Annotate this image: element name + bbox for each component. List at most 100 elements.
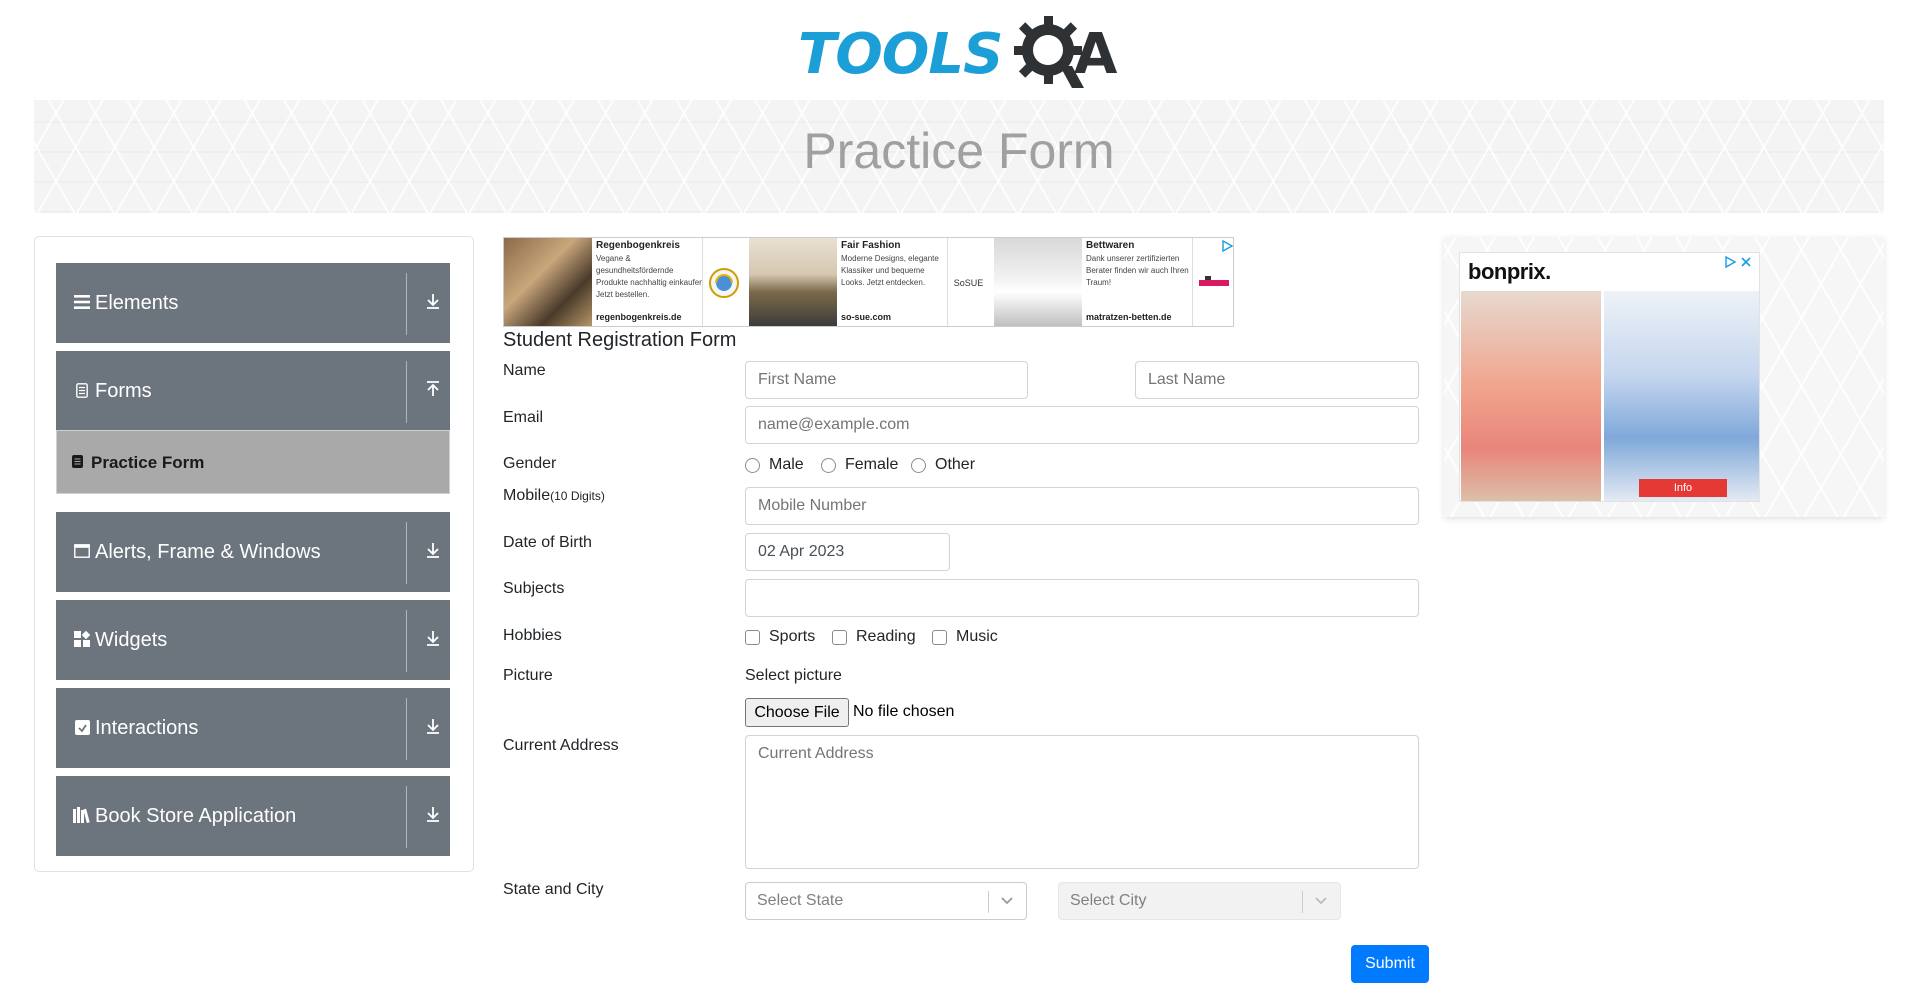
email-label: Email [503, 409, 544, 426]
regenbogenkreis-logo-icon [702, 238, 744, 326]
ad-bettwaren[interactable]: Bettwaren Dank unserer zertifizierten Be… [994, 238, 1233, 326]
radio-label: Other [935, 456, 976, 473]
ad-product-image [504, 238, 592, 326]
toolsqa-logo[interactable]: TOOLS A [798, 14, 1123, 90]
last-name-input[interactable] [1135, 361, 1419, 399]
current-address-label: Current Address [503, 737, 619, 754]
divider [406, 698, 407, 760]
checkbox-label: Sports [769, 628, 816, 645]
window-icon [73, 542, 91, 560]
ad-regenbogenkreis[interactable]: Regenbogenkreis Vegane & gesundheitsförd… [504, 238, 744, 326]
gender-male-radio[interactable]: Male [745, 455, 804, 475]
divider [406, 361, 407, 423]
ad-banner-strip[interactable]: Regenbogenkreis Vegane & gesundheitsförd… [503, 237, 1234, 327]
ad-bonprix[interactable]: bonprix. Info [1459, 252, 1760, 502]
gender-radio-group: Male Female Other [745, 455, 1145, 475]
sidebar-group-label: Widgets [95, 629, 168, 651]
select-separator [1302, 891, 1303, 913]
email-input[interactable] [745, 406, 1419, 444]
sidebar-group-label: Elements [95, 292, 179, 314]
hobby-music-checkbox[interactable]: Music [932, 627, 998, 647]
logo-text-a: A [1074, 22, 1118, 87]
gender-female-radio[interactable]: Female [821, 455, 898, 475]
download-arrow-icon[interactable] [424, 806, 442, 828]
choose-file-button[interactable]: Choose File [745, 698, 849, 727]
bonprix-logo: bonprix. [1468, 259, 1551, 284]
sidebar-group-forms[interactable]: Forms [56, 351, 450, 431]
ad-product-image [994, 238, 1082, 326]
mobile-number-input[interactable] [745, 487, 1419, 525]
checkbox-label: Music [956, 628, 998, 645]
divider [406, 273, 407, 335]
radio-circle[interactable] [745, 457, 760, 473]
ad-product-image [749, 238, 837, 326]
hobbies-label: Hobbies [503, 627, 562, 644]
sidebar-group-alerts-frame-windows[interactable]: Alerts, Frame & Windows [56, 512, 450, 592]
sidebar-group-label: Book Store Application [95, 805, 297, 827]
state-select[interactable]: Select State [745, 882, 1027, 920]
sidebar-group-widgets[interactable]: Widgets [56, 600, 450, 680]
ad-url: so-sue.com [841, 312, 892, 322]
gender-label: Gender [503, 455, 557, 472]
hobby-sports-checkbox[interactable]: Sports [745, 627, 815, 647]
download-arrow-icon[interactable] [424, 293, 442, 315]
mobile-label-text: Mobile [503, 487, 551, 504]
current-address-textarea[interactable] [745, 735, 1419, 869]
sidebar-group-book-store-application[interactable]: Book Store Application [56, 776, 450, 856]
mobile-label: Mobile(10 Digits) [503, 487, 605, 505]
page-title: Practice Form [803, 123, 1115, 179]
hobbies-checkbox-group: Sports Reading Music [745, 627, 1145, 647]
picture-label: Picture [503, 667, 553, 684]
first-name-input[interactable] [745, 361, 1028, 399]
ad-body: Vegane & gesundheitsfördernde Produkte n… [596, 254, 706, 299]
download-arrow-icon[interactable] [424, 718, 442, 740]
hobby-reading-checkbox[interactable]: Reading [832, 627, 916, 647]
state-city-label: State and City [503, 881, 604, 898]
city-select[interactable]: Select City [1058, 882, 1341, 920]
left-sidebar: Elements Forms Practice Form Alerts, Fra… [34, 236, 474, 872]
submit-button[interactable]: Submit [1351, 945, 1429, 983]
date-of-birth-input[interactable] [745, 533, 950, 571]
dob-label: Date of Birth [503, 534, 592, 551]
ad-choices-icon[interactable] [1221, 239, 1233, 253]
subjects-input[interactable] [745, 579, 1419, 617]
name-label: Name [503, 362, 546, 379]
gender-other-radio[interactable]: Other [911, 455, 975, 475]
ad-title: Bettwaren [1086, 240, 1135, 251]
sidebar-group-label: Forms [95, 380, 152, 402]
radio-label: Female [845, 456, 899, 473]
ad-close-icon[interactable] [1723, 255, 1753, 272]
ad-right-panel: bonprix. Info [1444, 237, 1884, 517]
ad-fair-fashion[interactable]: Fair Fashion Moderne Designs, elegante K… [749, 238, 989, 326]
ad-title: Regenbogenkreis [596, 240, 680, 251]
sidebar-group-elements[interactable]: Elements [56, 263, 450, 343]
sosue-logo: SoSUE [947, 238, 989, 326]
divider [406, 786, 407, 848]
sidebar-group-label: Interactions [95, 717, 199, 739]
ad-title: Fair Fashion [841, 240, 901, 251]
chevron-down-icon[interactable] [998, 892, 1016, 910]
checkbox-box[interactable] [745, 629, 760, 645]
radio-circle[interactable] [911, 457, 926, 473]
divider [406, 610, 407, 672]
file-status-text: No file chosen [853, 703, 955, 720]
grid-icon [73, 630, 91, 648]
upload-arrow-icon[interactable] [424, 381, 442, 403]
checkbox-box[interactable] [932, 629, 947, 645]
ad-info-button[interactable]: Info [1639, 479, 1727, 497]
sidebar-item-practice-form[interactable]: Practice Form [56, 430, 450, 494]
ad-body: Dank unserer zertifizierten Berater find… [1086, 254, 1189, 287]
sidebar-group-interactions[interactable]: Interactions [56, 688, 450, 768]
state-placeholder: Select State [757, 892, 844, 909]
subjects-label: Subjects [503, 580, 565, 597]
ad-url: matratzen-betten.de [1086, 312, 1172, 322]
checkbox-box[interactable] [832, 629, 847, 645]
select-separator [988, 891, 989, 913]
download-arrow-icon[interactable] [424, 542, 442, 564]
ad-model-photo [1461, 291, 1601, 501]
sidebar-item-label: Practice Form [91, 453, 205, 472]
chevron-down-icon[interactable] [1312, 892, 1330, 910]
radio-circle[interactable] [821, 457, 836, 473]
download-arrow-icon[interactable] [424, 630, 442, 652]
books-icon [73, 806, 91, 824]
